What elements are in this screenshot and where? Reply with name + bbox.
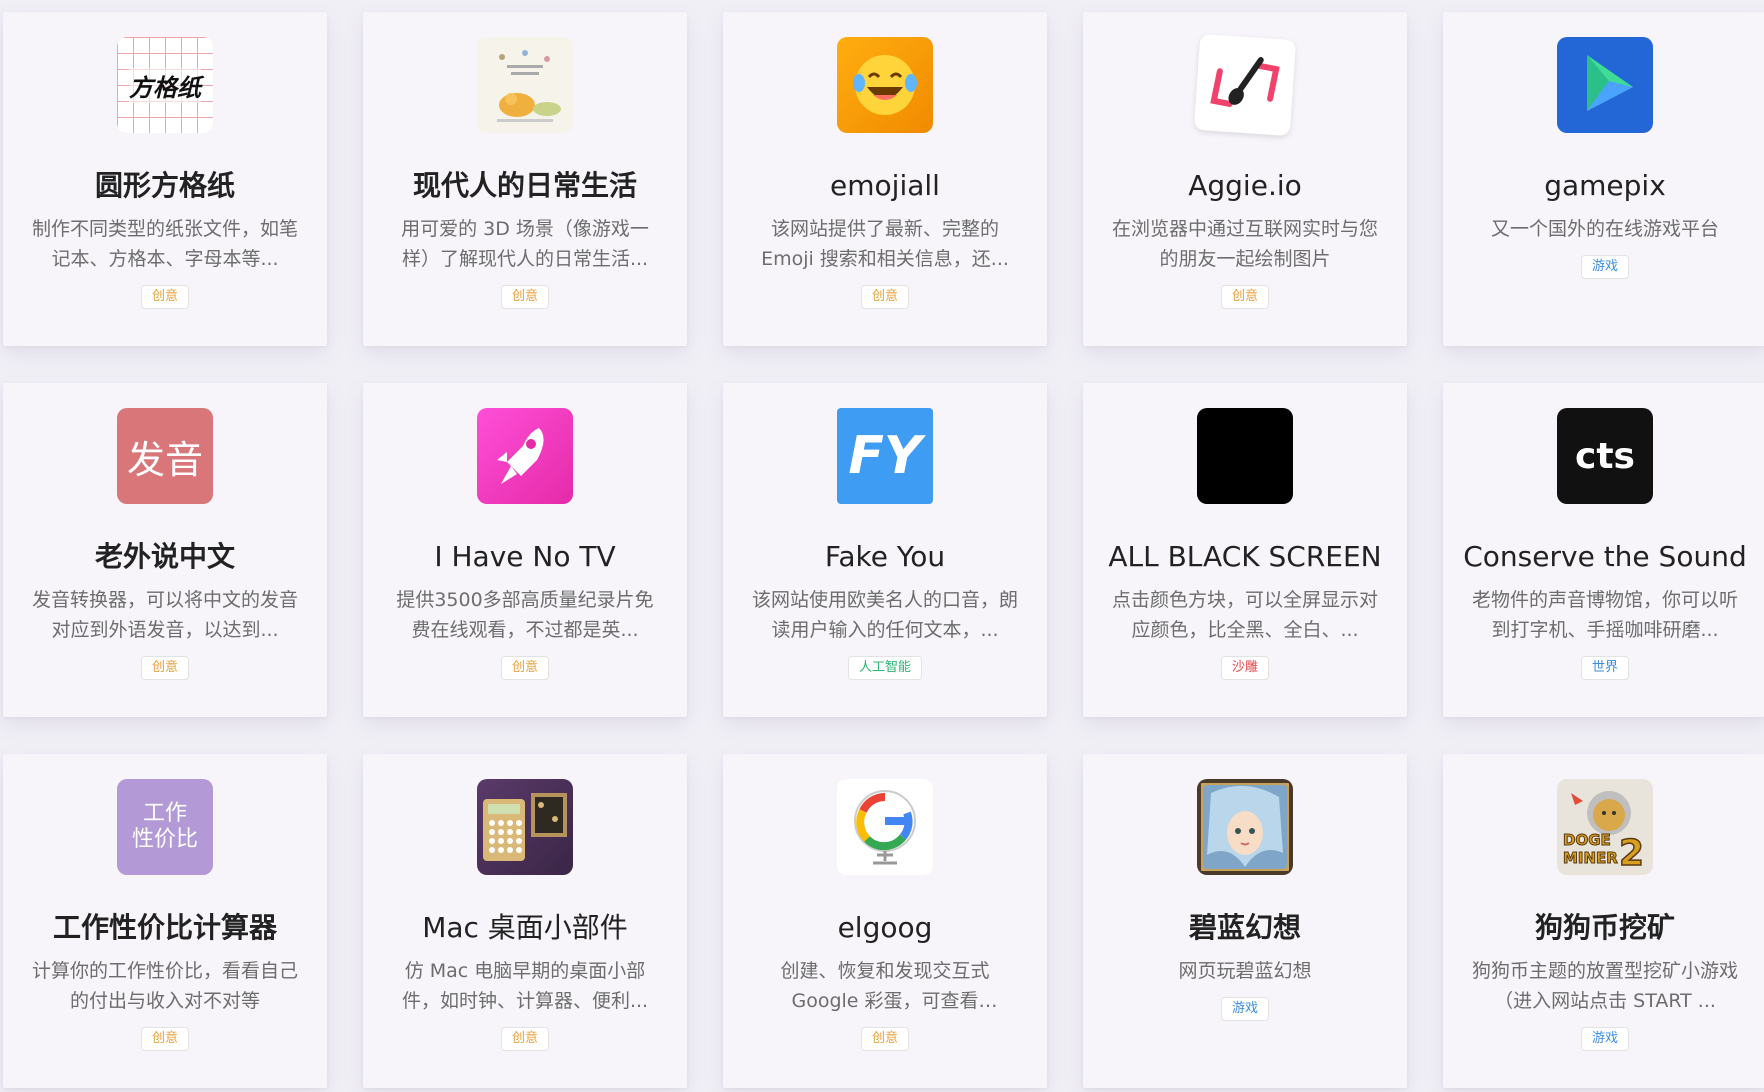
rocket-icon — [477, 408, 573, 504]
category-tag[interactable]: 创意 — [860, 285, 909, 309]
fy-logo-icon: FY — [837, 408, 933, 504]
svg-text:MINER: MINER — [1563, 849, 1618, 867]
category-tag[interactable]: 沙雕 — [1220, 656, 1269, 680]
category-tag[interactable]: 创意 — [500, 656, 549, 680]
category-tag[interactable]: 世界 — [1580, 656, 1629, 680]
card-title: 狗狗币挖矿 — [1534, 911, 1675, 944]
category-tag[interactable]: 游戏 — [1580, 1027, 1629, 1051]
card-title: 圆形方格纸 — [94, 169, 235, 202]
card-title: emojiall — [830, 169, 940, 202]
svg-text:2: 2 — [1619, 833, 1644, 874]
card-all-black-screen[interactable]: ALL BLACK SCREEN 点击颜色方块，可以全屏显示对应颜色，比全黑、全… — [1083, 383, 1407, 717]
card-work-value[interactable]: 工作 性价比 工作性价比计算器 计算你的工作性价比，看看自己的付出与收入对不对等… — [3, 754, 327, 1088]
card-title: elgoog — [837, 911, 933, 944]
card-grid: 方格纸 圆形方格纸 制作不同类型的纸张文件，如笔记本、方格本、字母本等... 创… — [3, 12, 1764, 1088]
anime-character-icon — [1197, 779, 1293, 875]
card-description: 又一个国外的在线游戏平台 — [1490, 218, 1719, 240]
card-modern-life[interactable]: 现代人的日常生活 用可爱的 3D 场景（像游戏一样）了解现代人的日常生活... … — [363, 12, 687, 346]
svg-text:DOGE: DOGE — [1563, 831, 1611, 849]
card-description: 制作不同类型的纸张文件，如笔记本、方格本、字母本等... — [31, 218, 298, 270]
card-description: 仿 Mac 电脑早期的桌面小部件，如时钟、计算器、便利... — [401, 960, 649, 1012]
card-description: 点击颜色方块，可以全屏显示对应颜色，比全黑、全白、... — [1111, 589, 1378, 641]
card-mac-widgets[interactable]: Mac 桌面小部件 仿 Mac 电脑早期的桌面小部件，如时钟、计算器、便利...… — [363, 754, 687, 1088]
card-description: 发音转换器，可以将中文的发音对应到外语发音，以达到... — [31, 589, 298, 641]
card-granblue-fantasy[interactable]: 碧蓝幻想 网页玩碧蓝幻想 游戏 — [1083, 754, 1407, 1088]
card-title: ALL BLACK SCREEN — [1108, 540, 1382, 573]
category-tag[interactable]: 创意 — [1220, 285, 1269, 309]
doge-miner-icon: DOGE MINER 2 — [1557, 779, 1653, 875]
card-title: Aggie.io — [1188, 169, 1302, 202]
card-title: 碧蓝幻想 — [1188, 911, 1301, 944]
category-tag[interactable]: 创意 — [140, 1027, 189, 1051]
black-square-icon — [1197, 408, 1293, 504]
card-description: 该网站使用欧美名人的口音，朗读用户输入的任何文本，... — [751, 589, 1018, 641]
laughing-emoji-icon — [837, 37, 933, 133]
card-graph-paper[interactable]: 方格纸 圆形方格纸 制作不同类型的纸张文件，如笔记本、方格本、字母本等... 创… — [3, 12, 327, 346]
card-title: gamepix — [1544, 169, 1666, 202]
card-title: Conserve the Sound — [1463, 540, 1747, 573]
card-title: 老外说中文 — [94, 540, 235, 573]
card-title: 工作性价比计算器 — [52, 911, 277, 944]
card-foreigner-chinese[interactable]: 发音 老外说中文 发音转换器，可以将中文的发音对应到外语发音，以达到... 创意 — [3, 383, 327, 717]
card-description: 计算你的工作性价比，看看自己的付出与收入对不对等 — [31, 960, 298, 1012]
category-tag[interactable]: 创意 — [140, 285, 189, 309]
category-tag[interactable]: 创意 — [500, 285, 549, 309]
card-emojiall[interactable]: emojiall 该网站提供了最新、完整的 Emoji 搜索和相关信息，还...… — [723, 12, 1047, 346]
card-title: I Have No TV — [434, 540, 616, 573]
card-title: Mac 桌面小部件 — [422, 911, 628, 944]
cartoon-scene-icon — [477, 37, 573, 133]
card-title: 现代人的日常生活 — [412, 169, 637, 202]
cts-logo-icon: cts — [1557, 408, 1653, 504]
card-description: 在浏览器中通过互联网实时与您的朋友一起绘制图片 — [1111, 218, 1378, 270]
graph-paper-icon: 方格纸 — [117, 37, 213, 133]
card-description: 老物件的声音博物馆，你可以听到打字机、手摇咖啡研磨... — [1471, 589, 1738, 641]
card-description: 用可爱的 3D 场景（像游戏一样）了解现代人的日常生活... — [401, 218, 649, 270]
card-fake-you[interactable]: FY Fake You 该网站使用欧美名人的口音，朗读用户输入的任何文本，...… — [723, 383, 1047, 717]
play-triangle-icon — [1557, 37, 1653, 133]
card-gamepix[interactable]: gamepix 又一个国外的在线游戏平台 游戏 — [1443, 12, 1764, 346]
card-title: Fake You — [824, 540, 946, 573]
work-value-icon: 工作 性价比 — [117, 779, 213, 875]
card-description: 狗狗币主题的放置型挖矿小游戏（进入网站点击 START ... — [1471, 960, 1738, 1012]
card-elgoog[interactable]: elgoog 创建、恢复和发现交互式 Google 彩蛋，可查看 Google.… — [723, 754, 1047, 1088]
category-tag[interactable]: 游戏 — [1220, 997, 1269, 1021]
card-description: 创建、恢复和发现交互式 Google 彩蛋，可查看 Google... — [780, 960, 990, 1012]
card-doge-miner[interactable]: DOGE MINER 2 狗狗币挖矿 狗狗币主题的放置型挖矿小游戏（进入网站点击… — [1443, 754, 1764, 1088]
card-conserve-the-sound[interactable]: cts Conserve the Sound 老物件的声音博物馆，你可以听到打字… — [1443, 383, 1764, 717]
category-tag[interactable]: 人工智能 — [847, 656, 922, 680]
card-description: 网页玩碧蓝幻想 — [1178, 960, 1312, 982]
pronunciation-icon: 发音 — [117, 408, 213, 504]
paintbrush-icon — [1193, 33, 1297, 137]
card-aggie[interactable]: Aggie.io 在浏览器中通过互联网实时与您的朋友一起绘制图片 创意 — [1083, 12, 1407, 346]
category-tag[interactable]: 创意 — [860, 1027, 909, 1051]
card-description: 该网站提供了最新、完整的 Emoji 搜索和相关信息，还... — [761, 218, 1009, 270]
category-tag[interactable]: 创意 — [140, 656, 189, 680]
category-tag[interactable]: 游戏 — [1580, 255, 1629, 279]
category-tag[interactable]: 创意 — [500, 1027, 549, 1051]
globe-g-icon — [837, 779, 933, 875]
card-description: 提供3500多部高质量纪录片免费在线观看，不过都是英... — [396, 589, 654, 641]
card-i-have-no-tv[interactable]: I Have No TV 提供3500多部高质量纪录片免费在线观看，不过都是英.… — [363, 383, 687, 717]
calculator-icon — [477, 779, 573, 875]
